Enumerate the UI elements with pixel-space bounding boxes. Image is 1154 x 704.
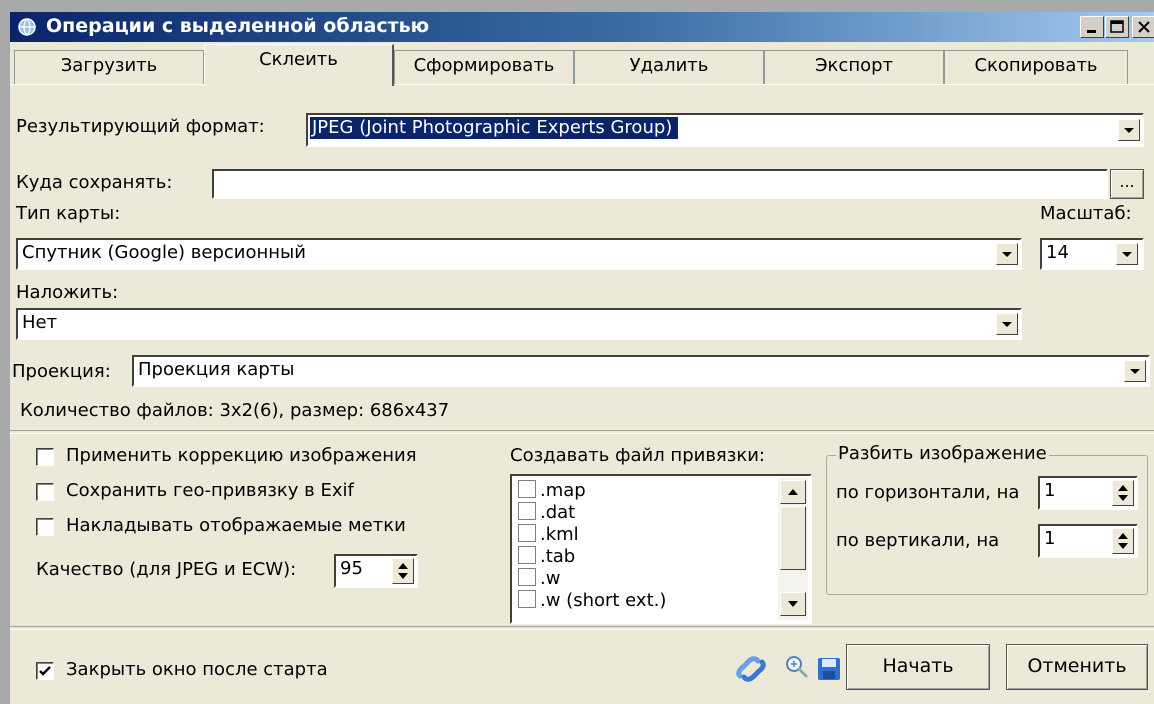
dialog-window: Операции с выделенной областью Загрузить…	[10, 12, 1154, 704]
chevron-down-icon	[1122, 252, 1132, 257]
map-type-dropdown-button[interactable]	[996, 243, 1018, 265]
overlay-marks-label: Накладывать отображаемые метки	[66, 515, 406, 536]
list-item[interactable]: .w (short ext.)	[518, 590, 666, 611]
overlay-value: Нет	[22, 312, 58, 333]
spin-arrows-icon	[1118, 533, 1128, 549]
zoom-icon[interactable]	[782, 652, 812, 682]
maximize-button[interactable]	[1105, 16, 1129, 38]
spin-arrows-icon	[398, 563, 408, 579]
checkmark-icon	[39, 666, 51, 676]
tab-merge[interactable]: Склеить	[204, 44, 394, 86]
tab-load[interactable]: Загрузить	[14, 50, 204, 84]
save-geo-exif-label: Сохранить гео-привязку в Exif	[66, 480, 354, 501]
scroll-up-button[interactable]	[780, 480, 806, 504]
separator-bottom	[10, 626, 1154, 630]
tab-export[interactable]: Экспорт	[764, 50, 944, 84]
split-horizontal-spinner[interactable]: 1	[1038, 476, 1138, 510]
checkbox-icon[interactable]	[518, 568, 536, 586]
save-to-label: Куда сохранять:	[16, 172, 173, 193]
browse-button[interactable]: ...	[1110, 169, 1144, 199]
split-vertical-value: 1	[1044, 528, 1056, 549]
chevron-down-icon	[788, 601, 798, 607]
split-horizontal-label: по горизонтали, на	[836, 482, 1020, 503]
save-icon[interactable]	[816, 656, 842, 682]
close-window-button[interactable]	[1132, 16, 1154, 38]
quality-spinner[interactable]: 95	[334, 554, 418, 588]
tab-baseline	[10, 84, 1154, 85]
spin-arrows-icon	[1118, 485, 1128, 501]
split-vertical-spin-buttons[interactable]	[1112, 528, 1134, 554]
title-bar[interactable]: Операции с выделенной областью	[10, 12, 1154, 42]
scale-label: Масштаб:	[1040, 203, 1132, 224]
globe-icon	[18, 18, 36, 36]
list-item[interactable]: .tab	[518, 546, 575, 567]
georef-label: Создавать файл привязки:	[510, 445, 765, 466]
georef-scrollbar[interactable]	[778, 478, 808, 620]
chevron-down-icon	[1130, 369, 1140, 374]
chevron-down-icon	[1124, 128, 1134, 133]
chevron-up-icon	[788, 489, 798, 495]
format-label: Результирующий формат:	[16, 116, 265, 137]
list-item[interactable]: .dat	[518, 502, 575, 523]
split-horizontal-value: 1	[1044, 480, 1056, 501]
list-item[interactable]: .w	[518, 568, 560, 589]
map-type-select[interactable]: Спутник (Google) версионный	[16, 238, 1022, 270]
format-value: JPEG (Joint Photographic Experts Group)	[308, 116, 680, 140]
scale-dropdown-button[interactable]	[1116, 243, 1138, 265]
separator-top	[10, 430, 1154, 434]
save-path-input[interactable]	[212, 169, 1108, 199]
map-type-label: Тип карты:	[16, 203, 121, 224]
close-after-start-checkbox[interactable]	[36, 662, 54, 680]
overlay-marks-checkbox[interactable]	[36, 518, 54, 536]
quality-value: 95	[340, 558, 363, 579]
scroll-thumb[interactable]	[780, 506, 806, 570]
checkbox-icon[interactable]	[518, 524, 536, 542]
tab-strip: Загрузить Склеить Сформировать Удалить Э…	[10, 42, 1154, 86]
list-item[interactable]: .kml	[518, 524, 579, 545]
checkbox-icon[interactable]	[518, 590, 536, 608]
tab-delete[interactable]: Удалить	[574, 50, 764, 84]
chevron-down-icon	[1002, 252, 1012, 257]
maximize-icon	[1110, 20, 1124, 33]
checkbox-icon[interactable]	[518, 480, 536, 498]
format-dropdown-button[interactable]	[1118, 119, 1140, 141]
list-item[interactable]: .map	[518, 480, 586, 501]
quality-spin-buttons[interactable]	[392, 558, 414, 584]
projection-label: Проекция:	[12, 361, 111, 382]
scale-select[interactable]: 14	[1040, 238, 1144, 270]
cancel-button[interactable]: Отменить	[1006, 644, 1148, 690]
apply-correction-checkbox[interactable]	[36, 448, 54, 466]
window-title: Операции с выделенной областью	[46, 15, 430, 37]
overlay-label: Наложить:	[16, 282, 119, 303]
checkbox-icon[interactable]	[518, 502, 536, 520]
georef-listbox[interactable]: .map .dat .kml .tab .w .w (short ext.)	[510, 474, 812, 624]
tab-copy[interactable]: Скопировать	[944, 50, 1128, 84]
projection-dropdown-button[interactable]	[1124, 360, 1146, 382]
split-group-title: Разбить изображение	[836, 443, 1049, 464]
close-icon	[1138, 21, 1150, 33]
close-after-start-label: Закрыть окно после старта	[66, 659, 328, 680]
tab-generate[interactable]: Сформировать	[394, 50, 574, 84]
overlay-select[interactable]: Нет	[16, 308, 1022, 340]
split-vertical-spinner[interactable]: 1	[1038, 524, 1138, 558]
file-count-text: Количество файлов: 3x2(6), размер: 686x4…	[20, 400, 450, 421]
projection-select[interactable]: Проекция карты	[132, 355, 1150, 387]
scale-value: 14	[1046, 242, 1069, 263]
map-type-value: Спутник (Google) версионный	[22, 242, 306, 263]
start-button[interactable]: Начать	[846, 644, 990, 690]
split-vertical-label: по вертикали, на	[836, 530, 1000, 551]
chevron-down-icon	[1002, 322, 1012, 327]
format-select[interactable]: JPEG (Joint Photographic Experts Group)	[306, 113, 1144, 147]
overlay-dropdown-button[interactable]	[996, 313, 1018, 335]
split-horizontal-spin-buttons[interactable]	[1112, 480, 1134, 506]
save-geo-exif-checkbox[interactable]	[36, 483, 54, 501]
minimize-button[interactable]	[1080, 16, 1104, 38]
minimize-icon	[1087, 30, 1096, 33]
projection-value: Проекция карты	[138, 359, 295, 380]
scroll-down-button[interactable]	[780, 592, 806, 616]
link-icon[interactable]	[734, 652, 768, 686]
quality-label: Качество (для JPEG и ECW):	[36, 559, 297, 580]
apply-correction-label: Применить коррекцию изображения	[66, 445, 417, 466]
checkbox-icon[interactable]	[518, 546, 536, 564]
